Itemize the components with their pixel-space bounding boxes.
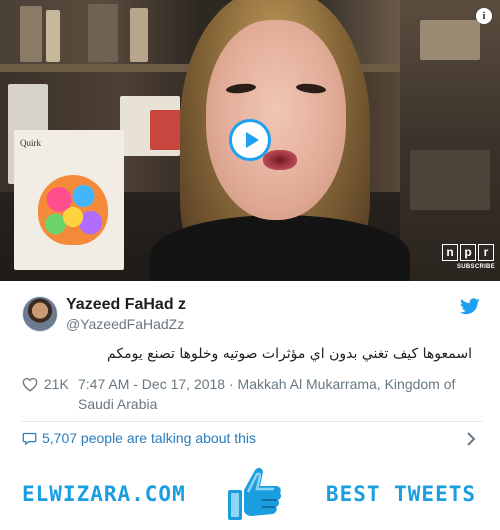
book xyxy=(130,8,148,62)
display-name[interactable]: Yazeed FaHad z xyxy=(66,296,186,314)
book xyxy=(420,20,480,60)
npr-logo: n p r xyxy=(442,244,494,261)
brand-tagline: BEST TWEETS xyxy=(325,482,476,506)
talking-link[interactable]: 5,707 people are talking about this xyxy=(22,430,256,446)
poster-text: Quirk xyxy=(20,138,41,148)
avatar[interactable] xyxy=(22,296,58,332)
tweet-text: اسمعوها كيف تغني بدون اي مؤثرات صوتيه وخ… xyxy=(107,346,472,362)
book xyxy=(88,4,118,62)
comment-icon xyxy=(22,432,37,445)
brain-poster: Quirk xyxy=(14,130,124,270)
brain-illustration xyxy=(38,175,108,245)
tweet-timestamp-location[interactable]: 7:47 AM - Dec 17, 2018 · Makkah Al Mukar… xyxy=(78,374,478,414)
play-button[interactable] xyxy=(229,119,271,161)
twitter-bird-icon[interactable] xyxy=(460,298,480,315)
divider xyxy=(22,421,482,422)
book xyxy=(46,10,60,62)
person-mouth xyxy=(263,150,297,170)
chevron-right-icon[interactable] xyxy=(466,432,476,446)
user-handle[interactable]: @YazeedFaHadZz xyxy=(66,316,184,332)
footer-banner: ELWIZARA.COM BEST TWEETS xyxy=(0,455,500,530)
npr-letter: p xyxy=(460,244,476,261)
person-face xyxy=(206,20,346,220)
tweet-meta: 21K 7:47 AM - Dec 17, 2018 · Makkah Al M… xyxy=(22,374,482,412)
like-count[interactable]: 21K xyxy=(44,374,69,394)
book xyxy=(20,6,42,62)
book xyxy=(410,150,490,210)
info-icon[interactable]: i xyxy=(476,8,492,24)
talking-text: 5,707 people are talking about this xyxy=(42,430,257,446)
thumbs-up-icon xyxy=(228,467,282,520)
npr-letter: n xyxy=(442,244,458,261)
heart-icon[interactable] xyxy=(22,377,38,392)
npr-letter: r xyxy=(478,244,494,261)
tweet-card: Yazeed FaHad z @YazeedFaHadZz اسمعوها كي… xyxy=(0,281,500,455)
brand-site-name[interactable]: ELWIZARA.COM xyxy=(22,482,186,506)
video-thumbnail[interactable]: Quirk i n p r SUBSCRIBE xyxy=(0,0,500,281)
npr-subscribe-label: SUBSCRIBE xyxy=(456,264,495,270)
play-icon xyxy=(245,132,259,148)
